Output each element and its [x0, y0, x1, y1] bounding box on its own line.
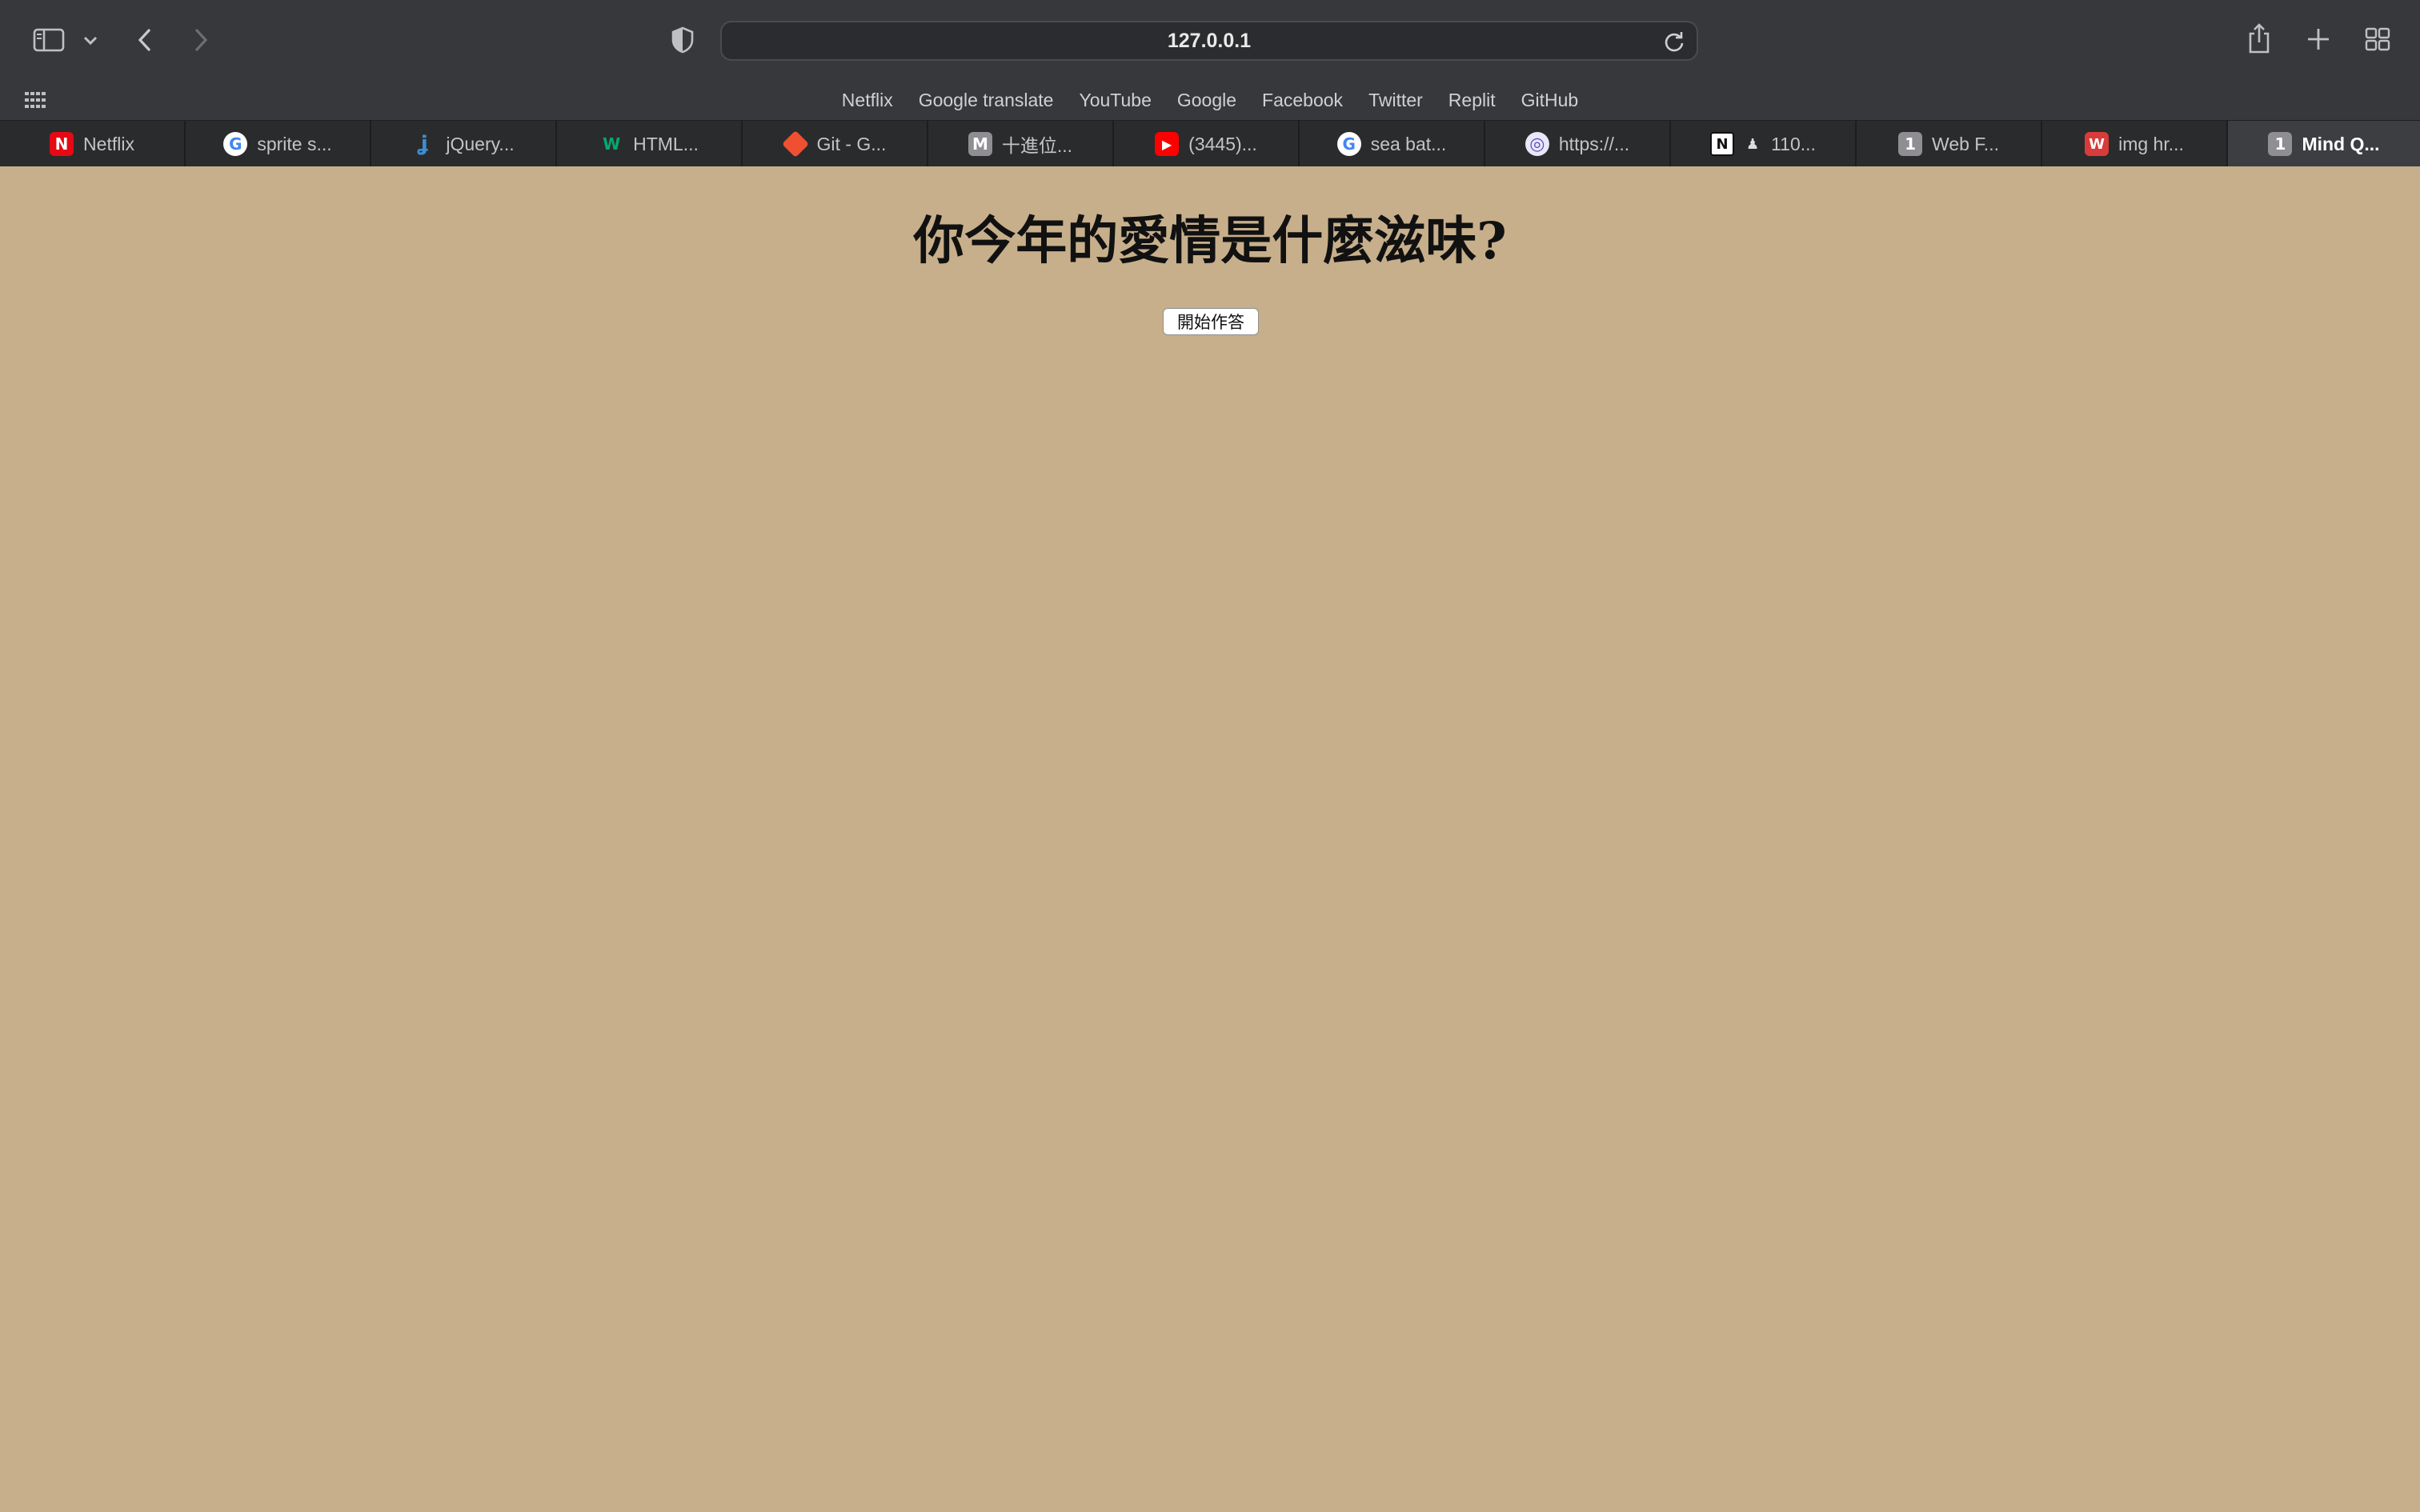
notion-icon: N: [1710, 132, 1735, 156]
tab-item[interactable]: M 十進位...: [928, 121, 1114, 167]
youtube-icon: ▶: [1155, 132, 1180, 156]
sidebar-toggle-button[interactable]: [30, 26, 67, 54]
favorite-youtube[interactable]: YouTube: [1079, 90, 1151, 111]
start-quiz-button[interactable]: 開始作答: [1163, 308, 1259, 335]
tab-label: sea bat...: [1370, 133, 1447, 154]
jquery-icon: ʝ: [420, 132, 428, 156]
tab-item[interactable]: N ♟ 110...: [1671, 121, 1857, 167]
tab-label: jQuery...: [446, 133, 515, 154]
favorites-list: Netflix Google translate YouTube Google …: [0, 80, 2420, 120]
page-content: 你今年的愛情是什麼滋味? 開始作答: [0, 166, 2420, 1512]
tab-item[interactable]: G sprite s...: [186, 121, 371, 167]
tab-item[interactable]: W img hr...: [2042, 121, 2228, 167]
tab-label: HTML...: [633, 133, 699, 154]
page-title: 你今年的愛情是什麼滋味?: [913, 211, 1507, 271]
person-emoji-icon: ♟: [1746, 135, 1760, 153]
google-icon: G: [223, 132, 248, 156]
new-tab-button[interactable]: [2305, 26, 2332, 53]
globe-icon: ◎: [1525, 132, 1549, 156]
shield-icon: [671, 26, 694, 54]
address-text: 127.0.0.1: [1167, 29, 1252, 52]
favorite-google-translate[interactable]: Google translate: [919, 90, 1054, 111]
privacy-report-button[interactable]: [669, 26, 696, 54]
tab-group-dropdown-button[interactable]: [80, 30, 101, 51]
favorite-github[interactable]: GitHub: [1521, 90, 1579, 111]
tab-item[interactable]: ▶ (3445)...: [1114, 121, 1300, 167]
favorite-facebook[interactable]: Facebook: [1262, 90, 1343, 111]
tab-item-active[interactable]: 1 Mind Q...: [2228, 121, 2420, 167]
tab-label: 十進位...: [1001, 135, 1073, 156]
git-icon: [781, 130, 809, 158]
tab-label: img hr...: [2118, 133, 2184, 154]
reload-icon[interactable]: [1663, 30, 1685, 53]
tab-item[interactable]: 1 Web F...: [1857, 121, 2042, 167]
back-button[interactable]: [133, 24, 157, 56]
tab-label: Netflix: [83, 133, 134, 154]
tab-item[interactable]: N Netflix: [0, 121, 186, 167]
number-one-icon: 1: [1898, 132, 1923, 156]
number-one-icon: 1: [2268, 132, 2293, 156]
tab-item[interactable]: W HTML...: [557, 121, 743, 167]
favorite-netflix[interactable]: Netflix: [842, 90, 893, 111]
medium-icon: M: [968, 132, 992, 156]
address-bar[interactable]: 127.0.0.1: [720, 21, 1698, 61]
browser-toolbar: 127.0.0.1: [0, 0, 2420, 80]
tab-item[interactable]: ʝ jQuery...: [371, 121, 557, 167]
favorite-replit[interactable]: Replit: [1448, 90, 1496, 111]
tab-overview-icon: [2365, 27, 2390, 51]
favorite-twitter[interactable]: Twitter: [1368, 90, 1423, 111]
tab-item[interactable]: Git - G...: [743, 121, 928, 167]
forward-button[interactable]: [189, 24, 213, 56]
tab-label: sprite s...: [257, 133, 332, 154]
tab-overview-button[interactable]: [2364, 26, 2391, 53]
share-button[interactable]: [2246, 21, 2273, 56]
chevron-down-icon: [83, 36, 98, 46]
favorite-google[interactable]: Google: [1177, 90, 1236, 111]
tab-item[interactable]: ◎ https://...: [1485, 121, 1671, 167]
tab-label: Mind Q...: [2302, 133, 2380, 154]
tab-bar: N Netflix G sprite s... ʝ jQuery... W HT…: [0, 120, 2420, 167]
tab-item[interactable]: G sea bat...: [1300, 121, 1485, 167]
w-red-icon: W: [2085, 132, 2109, 156]
tab-label: (3445)...: [1188, 133, 1257, 154]
tab-label: Web F...: [1932, 133, 1999, 154]
tab-label: https://...: [1558, 133, 1630, 154]
tab-label: 110...: [1771, 133, 1816, 154]
chevron-left-icon: [138, 28, 151, 52]
plus-icon: [2308, 29, 2329, 50]
tab-label: Git - G...: [816, 133, 887, 154]
chevron-right-icon: [194, 28, 208, 52]
sidebar-icon: [33, 28, 65, 52]
netflix-icon: N: [50, 132, 74, 156]
w3schools-icon: W: [603, 134, 621, 154]
share-icon: [2249, 23, 2270, 54]
favorites-bar: Netflix Google translate YouTube Google …: [0, 80, 2420, 120]
google-icon: G: [1336, 132, 1361, 156]
